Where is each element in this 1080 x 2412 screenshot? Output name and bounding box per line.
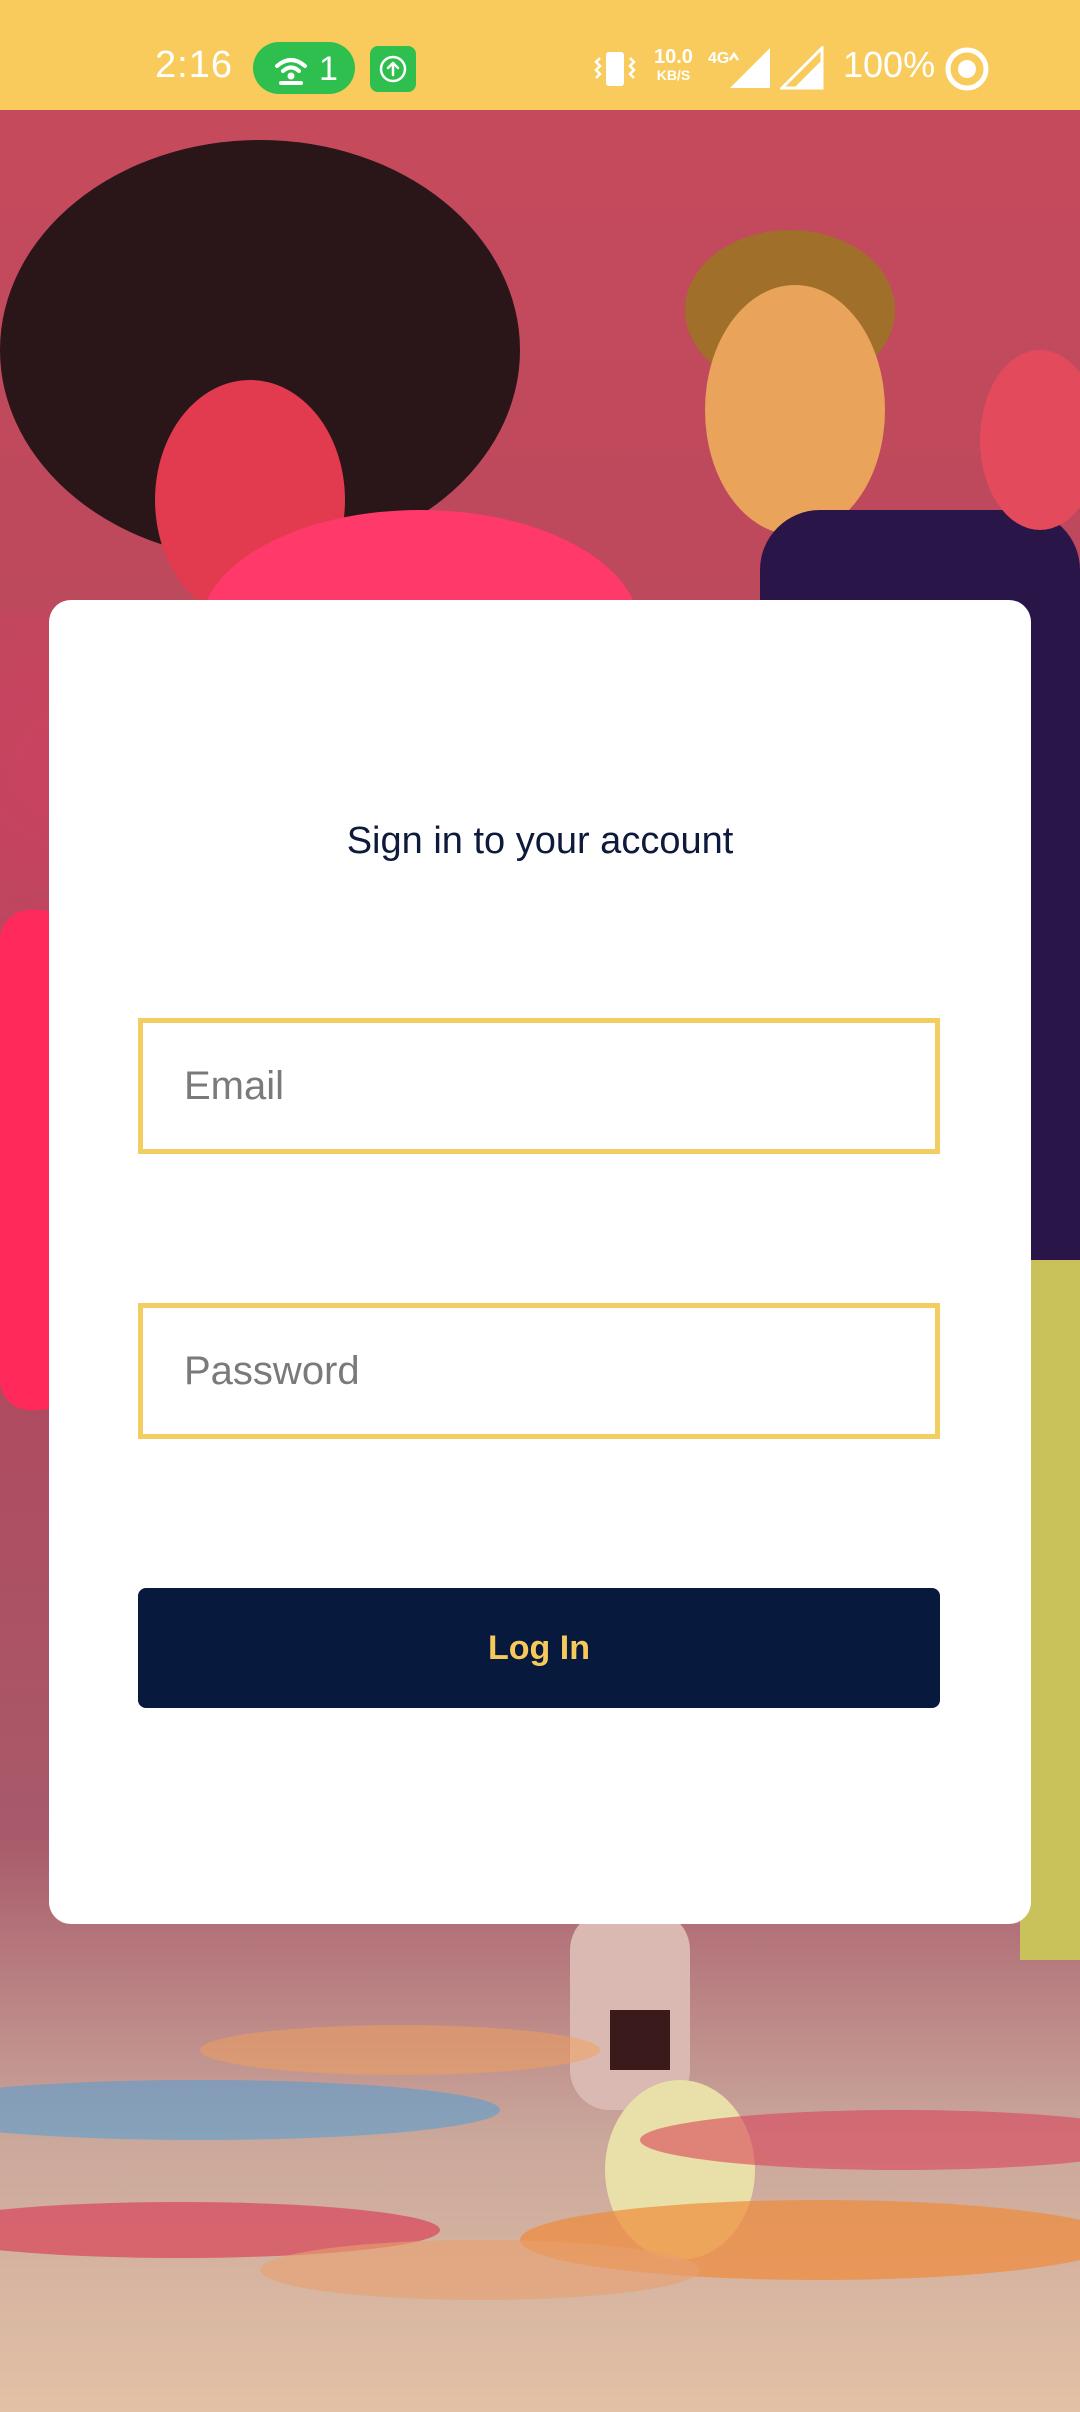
- status-bar: 2:16 1 10.0 KB/S 4G 100%: [0, 0, 1080, 110]
- hotspot-count: 1: [319, 50, 338, 88]
- network-speed-value: 10.0: [654, 46, 693, 68]
- battery-percentage: 100%: [843, 44, 936, 85]
- email-field-container: [138, 1018, 940, 1154]
- ring-icon: [944, 46, 990, 97]
- signal-icon: [778, 44, 824, 95]
- password-field[interactable]: [143, 1308, 935, 1434]
- login-title: Sign in to your account: [346, 820, 734, 862]
- status-time: 2:16: [155, 44, 233, 86]
- email-field[interactable]: [143, 1023, 935, 1149]
- login-screen: 2:16 1 10.0 KB/S 4G 100% Sign in to your…: [0, 0, 1080, 2412]
- vibrate-icon: [592, 50, 638, 93]
- hotspot-icon: [273, 52, 309, 91]
- network-speed: 10.0 KB/S: [654, 46, 693, 84]
- network-type-label: 4G: [708, 50, 730, 67]
- signal-icon: [728, 46, 772, 95]
- upload-icon: [370, 46, 416, 92]
- login-button[interactable]: Log In: [138, 1588, 940, 1708]
- login-card: Sign in to your account Log In: [49, 600, 1031, 1924]
- network-speed-unit: KB/S: [656, 67, 691, 83]
- password-field-container: [138, 1303, 940, 1439]
- hotspot-notification-pill: 1: [253, 42, 355, 94]
